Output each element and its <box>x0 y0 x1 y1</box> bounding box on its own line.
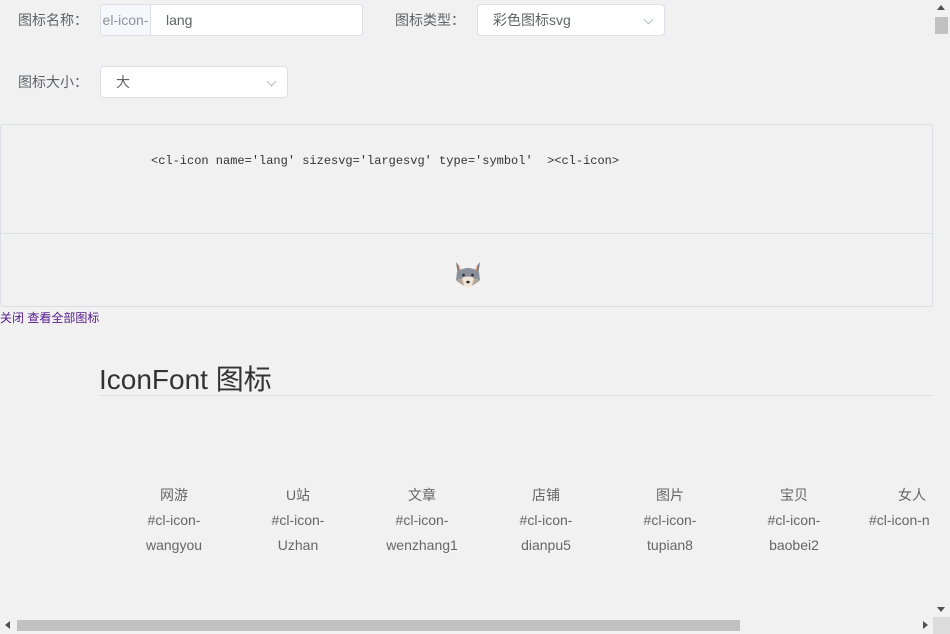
code-area: <cl-icon name='lang' sizesvg='largesvg' … <box>1 125 932 234</box>
icon-type-value: 彩色图标svg <box>493 12 571 28</box>
icon-item-prefix: #cl-icon- <box>767 512 821 528</box>
scroll-left-icon[interactable] <box>5 621 10 629</box>
icon-size-value: 大 <box>116 74 130 90</box>
icon-item-prefix: #cl-icon- <box>643 512 697 528</box>
icon-item[interactable]: 店铺 #cl-icon- dianpu5 <box>484 483 608 558</box>
icon-item[interactable]: 图片 #cl-icon- tupian8 <box>608 483 732 558</box>
scroll-up-icon[interactable] <box>937 5 945 10</box>
icon-item-prefix: #cl-icon- <box>271 512 325 528</box>
wolf-icon <box>456 262 480 288</box>
icon-type-select[interactable]: 彩色图标svg <box>477 4 665 36</box>
horizontal-scrollbar[interactable] <box>0 617 933 634</box>
icon-item-name: 图片 <box>656 487 684 503</box>
scroll-right-icon[interactable] <box>923 621 928 629</box>
view-all-icons-link[interactable]: 查看全部图标 <box>27 311 99 325</box>
page: 图标名称： el-icon- 图标类型： 彩色图标svg 图标大小： 大 <cl… <box>0 0 950 634</box>
icon-item-name: U站 <box>285 487 311 503</box>
icon-name-input[interactable] <box>151 5 362 35</box>
close-link[interactable]: 关闭 <box>0 311 24 325</box>
icon-size-label: 图标大小： <box>18 74 88 90</box>
icon-item-prefix: #cl-icon- <box>519 512 573 528</box>
horizontal-scroll-thumb[interactable] <box>17 620 740 631</box>
icon-item-id: Uzhan <box>277 537 319 553</box>
icon-item-name: 宝贝 <box>780 487 808 503</box>
icon-item-id: wangyou <box>145 537 203 553</box>
vertical-scroll-thumb[interactable] <box>935 17 948 34</box>
icon-name-label: 图标名称： <box>18 12 88 28</box>
title-divider <box>99 395 933 396</box>
preview-box: <cl-icon name='lang' sizesvg='largesvg' … <box>0 124 933 307</box>
icon-item[interactable]: 宝贝 #cl-icon- baobei2 <box>732 483 856 558</box>
links-row: 关闭 查看全部图标 <box>0 309 99 326</box>
icon-item-id: baobei2 <box>769 537 819 553</box>
code-snippet: <cl-icon name='lang' sizesvg='largesvg' … <box>151 154 620 168</box>
icon-type-label: 图标类型： <box>395 12 465 28</box>
icon-item[interactable]: 网游 #cl-icon- wangyou <box>112 483 236 558</box>
icon-item-prefix: #cl-icon- <box>395 512 449 528</box>
section-title: IconFont 图标 <box>99 364 272 395</box>
scrollbar-corner <box>933 617 950 634</box>
icon-item-prefix: #cl-icon- <box>147 512 201 528</box>
icon-item-id: wenzhang1 <box>386 537 458 553</box>
icon-item-id: dianpu5 <box>521 537 571 553</box>
icon-list: 网游 #cl-icon- wangyou U站 #cl-icon- Uzhan … <box>112 483 950 563</box>
vertical-scrollbar[interactable] <box>933 0 950 617</box>
icon-item-name: 网游 <box>160 487 188 503</box>
icon-item-name: 文章 <box>408 487 436 503</box>
icon-preview-area <box>1 234 932 306</box>
icon-item[interactable]: 文章 #cl-icon- wenzhang1 <box>360 483 484 558</box>
scroll-down-icon[interactable] <box>937 607 945 612</box>
chevron-down-icon <box>266 76 277 87</box>
icon-name-input-group: el-icon- <box>100 4 363 36</box>
icon-item-id: tupian8 <box>647 537 693 553</box>
icon-item-name: 店铺 <box>532 487 560 503</box>
chevron-down-icon <box>643 14 654 25</box>
icon-item[interactable]: U站 #cl-icon- Uzhan <box>236 483 360 558</box>
icon-size-select[interactable]: 大 <box>100 66 288 98</box>
icon-name-prefix: el-icon- <box>101 5 151 35</box>
